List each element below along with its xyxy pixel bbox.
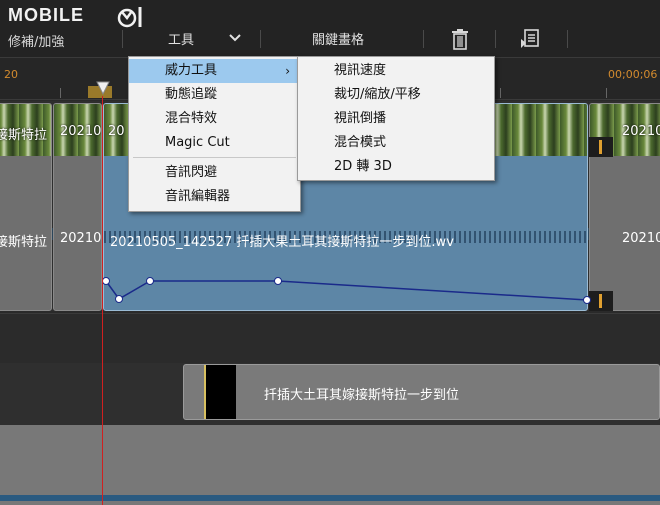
submenu-item-crop-zoom-pan[interactable]: 裁切/縮放/平移 bbox=[298, 83, 494, 107]
submenu-item-video-speed[interactable]: 視訊速度 bbox=[298, 59, 494, 83]
toolbar-divider bbox=[260, 30, 261, 48]
playhead-handle[interactable] bbox=[95, 80, 111, 96]
menu-item-audio-editor[interactable]: 音訊編輯器 bbox=[129, 185, 300, 209]
clip-title: 20210 bbox=[60, 124, 102, 139]
submenu-item-blend-mode[interactable]: 混合模式 bbox=[298, 131, 494, 155]
ruler-time-right: 00;00;06 bbox=[608, 68, 658, 81]
clip-title: 接斯特拉 bbox=[0, 128, 48, 143]
export-icon[interactable] bbox=[518, 27, 542, 51]
track-bottom-strip bbox=[0, 495, 660, 501]
toolbar-divider bbox=[567, 30, 568, 48]
fix-enhance-button[interactable]: 修補/加強 bbox=[8, 31, 64, 50]
ruler-tick bbox=[60, 88, 61, 98]
submenu-item-video-reverse[interactable]: 視訊倒播 bbox=[298, 107, 494, 131]
tools-menu-button[interactable]: 工具 bbox=[168, 29, 194, 48]
menu-separator bbox=[133, 157, 296, 158]
submenu-item-2d-to-3d[interactable]: 2D 轉 3D bbox=[298, 155, 494, 179]
menu-item-power-tools[interactable]: 威力工具 › bbox=[129, 59, 300, 83]
keyframe-button[interactable]: 關鍵畫格 bbox=[312, 29, 364, 48]
brand-logo-mark bbox=[117, 7, 142, 28]
menu-item-audio-ducking[interactable]: 音訊閃避 bbox=[129, 161, 300, 185]
title-clip[interactable]: 扦插大土耳其嫁接斯特拉一步到位 bbox=[183, 364, 660, 420]
toolbar-divider bbox=[495, 30, 496, 48]
video-clip[interactable]: 20210 20210 bbox=[53, 103, 102, 311]
ruler-tick bbox=[606, 88, 607, 98]
clip-audio-title: 接斯特拉 bbox=[0, 235, 48, 250]
trash-icon[interactable] bbox=[450, 28, 470, 50]
chevron-down-icon[interactable] bbox=[228, 33, 242, 43]
clip-title: 20210 bbox=[622, 124, 660, 139]
ruler-time-left: 20 bbox=[4, 68, 18, 81]
chevron-right-icon: › bbox=[285, 64, 290, 78]
clip-audio-title: 20210505_142527 扦插大果土耳其接斯特拉一步到位.wv bbox=[110, 235, 454, 250]
playhead-line[interactable] bbox=[102, 96, 103, 505]
clip-audio-title: 20210 bbox=[622, 231, 660, 246]
top-toolbar: MOBILE 修補/加強 工具 關鍵畫格 bbox=[0, 0, 660, 58]
audio-track bbox=[0, 425, 660, 505]
menu-item-motion-tracking[interactable]: 動態追蹤 bbox=[129, 83, 300, 107]
toolbar-divider bbox=[423, 30, 424, 48]
title-clip-text: 扦插大土耳其嫁接斯特拉一步到位 bbox=[264, 388, 460, 403]
clip-audio-title: 20210 bbox=[60, 231, 102, 246]
power-tools-submenu: 視訊速度 裁切/縮放/平移 視訊倒播 混合模式 2D 轉 3D bbox=[297, 56, 495, 181]
ruler-tick bbox=[500, 88, 501, 98]
overlay-track bbox=[0, 313, 660, 363]
title-clip-thumbnail bbox=[204, 365, 236, 419]
tools-dropdown-menu: 威力工具 › 動態追蹤 混合特效 Magic Cut 音訊閃避 音訊編輯器 bbox=[128, 56, 301, 212]
video-clip[interactable]: 20210 20210 bbox=[589, 103, 660, 311]
clip-title: 20 bbox=[108, 124, 125, 139]
brand-logo: MOBILE bbox=[8, 5, 84, 25]
menu-item-blend-effects[interactable]: 混合特效 bbox=[129, 107, 300, 131]
video-clip[interactable]: 接斯特拉 接斯特拉 bbox=[0, 103, 52, 311]
toolbar-divider bbox=[122, 30, 123, 48]
menu-item-magic-cut[interactable]: Magic Cut bbox=[129, 131, 300, 155]
clip-fx-badge[interactable] bbox=[589, 291, 613, 311]
clip-fx-badge[interactable] bbox=[589, 137, 613, 157]
